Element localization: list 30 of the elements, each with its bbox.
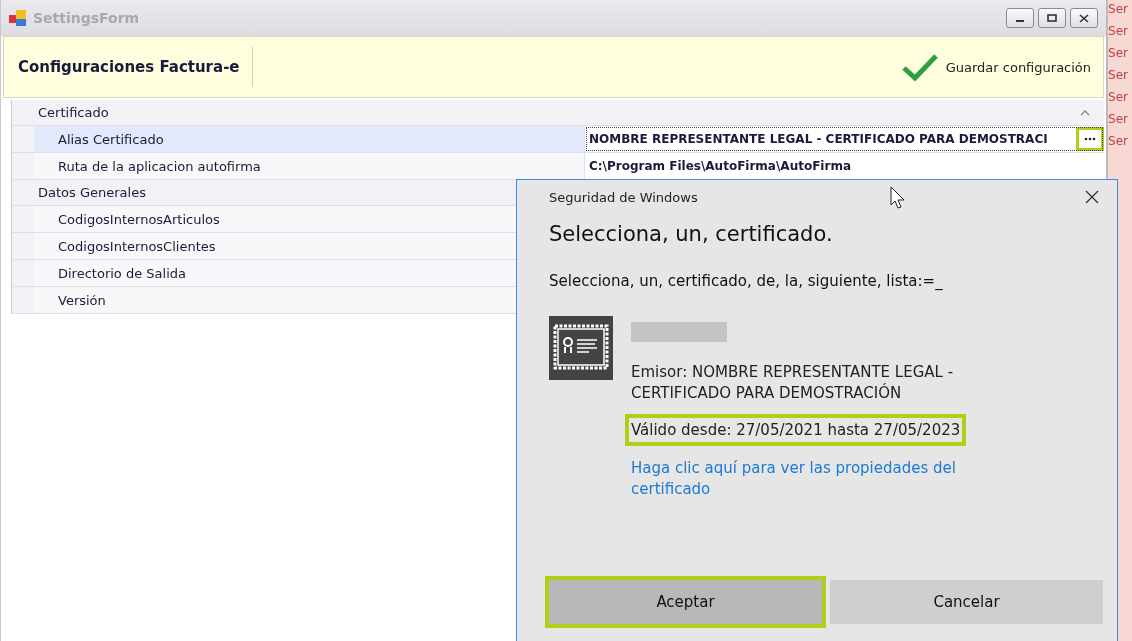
collapse-icon[interactable] [1080, 109, 1091, 116]
dialog-button[interactable]: Cancelar [830, 580, 1103, 624]
dialog-title: Seguridad de Windows [549, 189, 698, 205]
property-name[interactable]: Alias Certificado [34, 126, 585, 152]
close-icon [1079, 13, 1090, 23]
property-name[interactable]: Ruta de la aplicacion autofirma [34, 153, 585, 179]
maximize-icon [1047, 14, 1058, 22]
issuer-text: Emisor: NOMBRE REPRESENTANTE LEGAL - CERTIFICADO PARA DEMOSTRACIÓN [631, 362, 955, 404]
background-window-text: Ser [1108, 24, 1129, 40]
background-window-text: Ser [1108, 46, 1129, 62]
background-window-text: Ser [1108, 68, 1129, 84]
background-window-text: Ser [1108, 134, 1129, 150]
background-window-text: Ser [1108, 90, 1129, 106]
properties-link[interactable]: Haga clic aquí para ver las propiedades del certificado [631, 458, 1023, 500]
background-window-text: Ser [1108, 2, 1129, 18]
header-title: Configuraciones Factura-e [18, 58, 240, 76]
validity-text: Válido desde: 27/05/2021 hasta 27/05/2023 [625, 414, 967, 446]
ellipsis-icon [1084, 137, 1097, 141]
window-title: SettingsForm [33, 10, 140, 26]
close-button[interactable] [1070, 8, 1099, 28]
mouse-cursor-icon [890, 186, 906, 210]
checkmark-icon [901, 53, 938, 81]
certificate-icon[interactable] [549, 316, 613, 380]
maximize-button[interactable] [1038, 8, 1067, 28]
minimize-button[interactable] [1006, 8, 1035, 28]
background-window-text: Ser [1108, 112, 1129, 128]
app-icon [9, 10, 27, 26]
ellipsis-button[interactable] [1076, 127, 1105, 151]
close-icon [1085, 190, 1099, 204]
save-button[interactable]: Guardar configuración [901, 53, 1104, 81]
